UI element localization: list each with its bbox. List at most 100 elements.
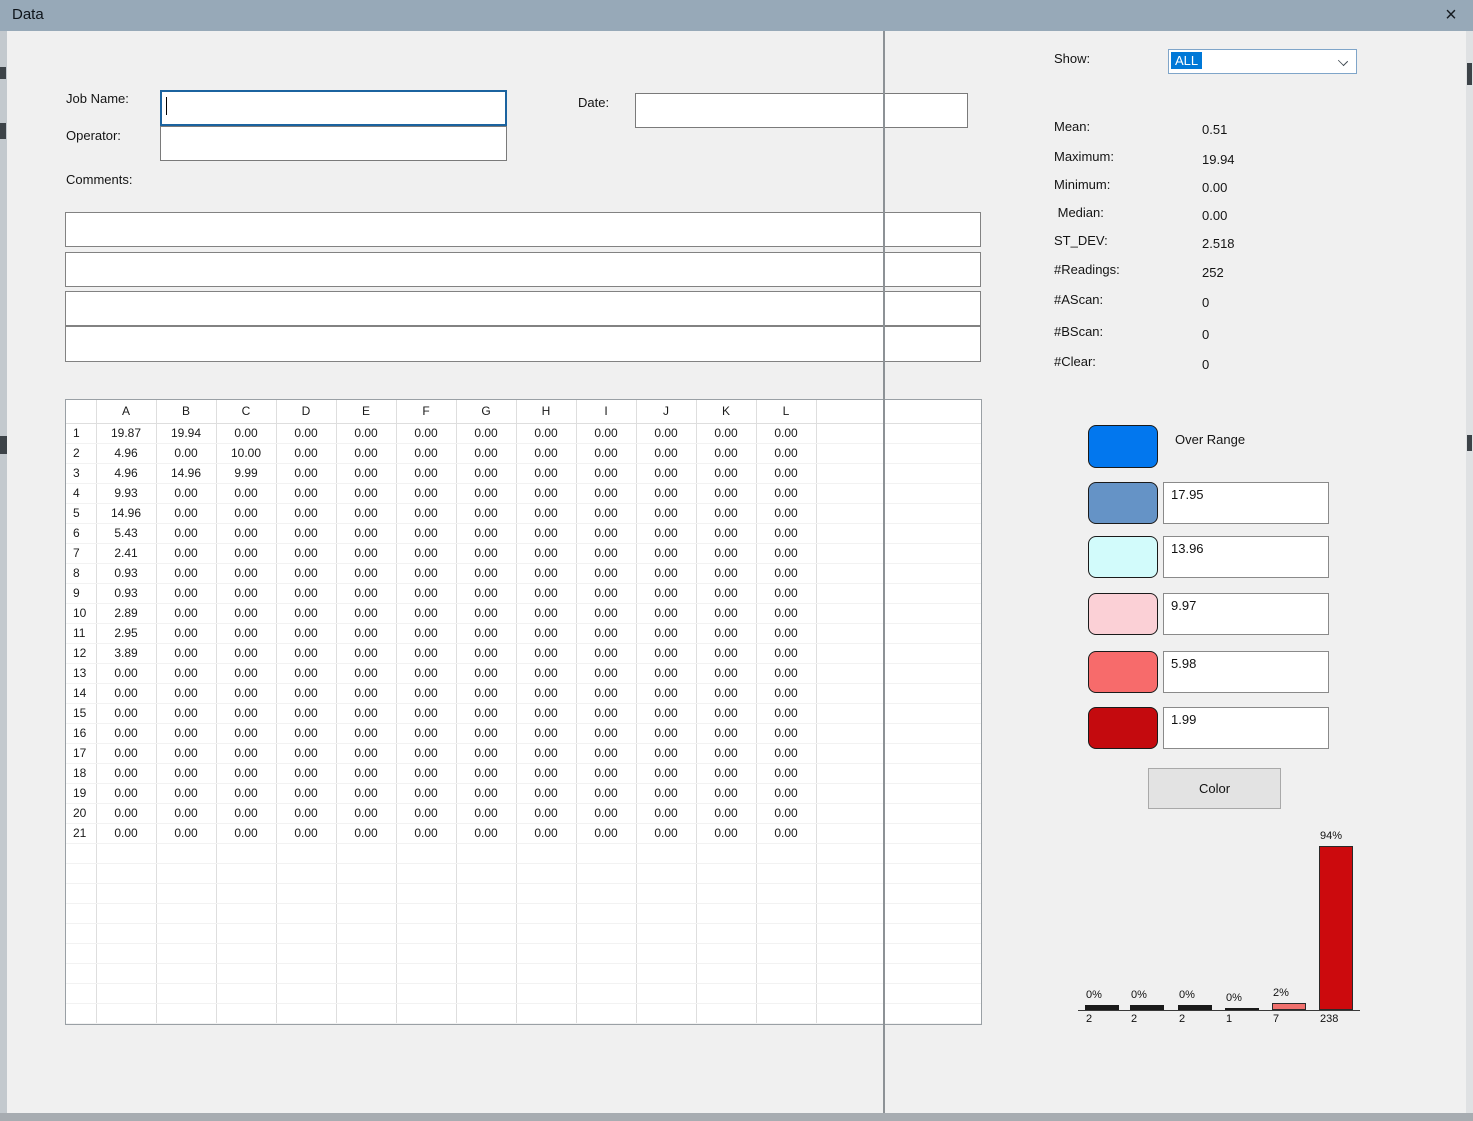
table-cell[interactable]: 0.00 xyxy=(756,743,816,763)
empty-cell[interactable] xyxy=(396,883,456,903)
table-cell[interactable]: 0.00 xyxy=(576,763,636,783)
over-range-swatch[interactable] xyxy=(1088,425,1158,468)
empty-cell[interactable] xyxy=(396,983,456,1003)
table-cell[interactable]: 0.00 xyxy=(156,743,216,763)
table-cell[interactable]: 0.00 xyxy=(336,823,396,843)
table-cell[interactable]: 0.00 xyxy=(336,703,396,723)
table-cell[interactable]: 0.00 xyxy=(396,663,456,683)
table-cell[interactable]: 0.00 xyxy=(216,523,276,543)
table-cell[interactable]: 0.00 xyxy=(516,763,576,783)
table-cell[interactable]: 0.00 xyxy=(396,743,456,763)
table-cell[interactable]: 19.94 xyxy=(156,423,216,443)
empty-cell[interactable] xyxy=(396,843,456,863)
table-cell[interactable]: 2.95 xyxy=(96,623,156,643)
table-cell[interactable]: 0.00 xyxy=(576,523,636,543)
empty-cell[interactable] xyxy=(636,903,696,923)
table-cell[interactable]: 0.00 xyxy=(216,703,276,723)
close-icon[interactable]: × xyxy=(1436,2,1466,29)
table-cell[interactable]: 0.00 xyxy=(696,803,756,823)
table-cell[interactable]: 0.00 xyxy=(696,663,756,683)
empty-cell[interactable] xyxy=(456,903,516,923)
table-cell[interactable]: 0.00 xyxy=(156,723,216,743)
table-cell[interactable]: 0.00 xyxy=(576,423,636,443)
threshold-swatch[interactable] xyxy=(1088,536,1158,578)
table-cell[interactable]: 0.00 xyxy=(636,583,696,603)
table-cell[interactable]: 0.00 xyxy=(456,523,516,543)
empty-cell[interactable] xyxy=(636,983,696,1003)
table-cell[interactable]: 0.00 xyxy=(516,623,576,643)
table-cell[interactable]: 14.96 xyxy=(156,463,216,483)
table-cell[interactable]: 0.00 xyxy=(516,743,576,763)
table-cell[interactable]: 0.00 xyxy=(696,723,756,743)
empty-cell[interactable] xyxy=(456,923,516,943)
table-cell[interactable]: 0.00 xyxy=(456,443,516,463)
table-cell[interactable]: 0.00 xyxy=(576,783,636,803)
empty-cell[interactable] xyxy=(576,923,636,943)
table-cell[interactable]: 0.00 xyxy=(156,763,216,783)
table-cell[interactable]: 0.00 xyxy=(276,663,336,683)
table-cell[interactable]: 0.00 xyxy=(216,663,276,683)
table-cell[interactable]: 0.00 xyxy=(636,683,696,703)
empty-cell[interactable] xyxy=(696,903,756,923)
empty-cell[interactable] xyxy=(156,863,216,883)
table-cell[interactable]: 0.00 xyxy=(516,563,576,583)
table-cell[interactable]: 0.00 xyxy=(576,743,636,763)
empty-cell[interactable] xyxy=(456,943,516,963)
table-cell[interactable]: 0.00 xyxy=(336,503,396,523)
empty-cell[interactable] xyxy=(276,923,336,943)
table-cell[interactable]: 4.96 xyxy=(96,443,156,463)
empty-cell[interactable] xyxy=(456,883,516,903)
table-cell[interactable]: 0.00 xyxy=(336,723,396,743)
table-cell[interactable]: 0.00 xyxy=(276,823,336,843)
table-cell[interactable]: 0.00 xyxy=(516,483,576,503)
empty-cell[interactable] xyxy=(156,963,216,983)
table-cell[interactable]: 0.00 xyxy=(276,463,336,483)
table-cell[interactable]: 0.00 xyxy=(456,423,516,443)
empty-cell[interactable] xyxy=(696,963,756,983)
table-cell[interactable]: 0.00 xyxy=(636,763,696,783)
table-cell[interactable]: 0.00 xyxy=(216,803,276,823)
table-cell[interactable]: 0.00 xyxy=(276,703,336,723)
empty-cell[interactable] xyxy=(276,903,336,923)
empty-cell[interactable] xyxy=(756,983,816,1003)
table-cell[interactable]: 0.00 xyxy=(636,603,696,623)
table-cell[interactable]: 0.00 xyxy=(636,563,696,583)
table-cell[interactable]: 0.00 xyxy=(756,603,816,623)
empty-cell[interactable] xyxy=(276,883,336,903)
empty-cell[interactable] xyxy=(576,863,636,883)
empty-cell[interactable] xyxy=(216,963,276,983)
table-cell[interactable]: 0.00 xyxy=(456,643,516,663)
threshold-swatch[interactable] xyxy=(1088,651,1158,693)
table-cell[interactable]: 0.00 xyxy=(636,543,696,563)
threshold-input[interactable]: 13.96 xyxy=(1163,536,1329,578)
empty-cell[interactable] xyxy=(636,883,696,903)
table-cell[interactable]: 0.00 xyxy=(156,803,216,823)
table-cell[interactable]: 3.89 xyxy=(96,643,156,663)
table-cell[interactable]: 0.00 xyxy=(216,583,276,603)
table-cell[interactable]: 0.00 xyxy=(456,803,516,823)
empty-cell[interactable] xyxy=(396,903,456,923)
empty-cell[interactable] xyxy=(696,923,756,943)
table-cell[interactable]: 0.00 xyxy=(96,703,156,723)
table-cell[interactable]: 0.00 xyxy=(576,603,636,623)
table-cell[interactable]: 0.00 xyxy=(696,763,756,783)
table-cell[interactable]: 0.00 xyxy=(456,683,516,703)
empty-cell[interactable] xyxy=(396,943,456,963)
empty-cell[interactable] xyxy=(516,983,576,1003)
empty-cell[interactable] xyxy=(396,963,456,983)
table-cell[interactable]: 0.00 xyxy=(636,643,696,663)
empty-cell[interactable] xyxy=(216,1003,276,1023)
empty-cell[interactable] xyxy=(576,903,636,923)
table-cell[interactable]: 0.00 xyxy=(396,543,456,563)
table-cell[interactable]: 0.00 xyxy=(456,463,516,483)
empty-cell[interactable] xyxy=(456,983,516,1003)
table-cell[interactable]: 0.00 xyxy=(276,763,336,783)
table-cell[interactable]: 0.00 xyxy=(636,743,696,763)
color-button[interactable]: Color xyxy=(1148,768,1281,809)
table-cell[interactable]: 0.00 xyxy=(576,803,636,823)
table-cell[interactable]: 0.00 xyxy=(456,543,516,563)
table-cell[interactable]: 0.00 xyxy=(216,783,276,803)
table-cell[interactable]: 0.00 xyxy=(756,783,816,803)
table-cell[interactable]: 0.00 xyxy=(396,503,456,523)
operator-input[interactable] xyxy=(160,126,507,161)
